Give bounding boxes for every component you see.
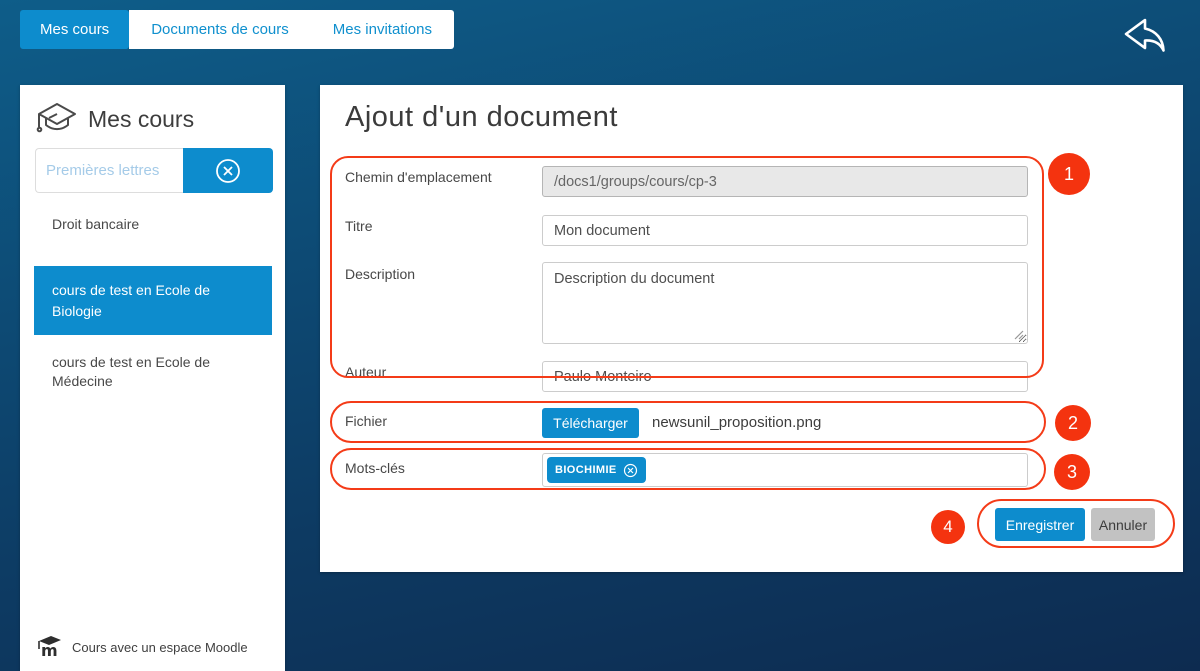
- keywords-label: Mots-clés: [345, 460, 405, 476]
- path-label: Chemin d'emplacement: [345, 169, 492, 185]
- svg-text:m: m: [41, 641, 58, 659]
- app-background: Mes cours Documents de cours Mes invitat…: [0, 0, 1200, 671]
- sidebar-footer: m Cours avec un espace Moodle: [35, 635, 248, 659]
- clear-search-button[interactable]: [183, 148, 273, 193]
- tab-mes-cours[interactable]: Mes cours: [20, 10, 129, 49]
- upload-button[interactable]: Télécharger: [542, 408, 639, 438]
- moodle-logo-icon: m: [35, 635, 65, 659]
- sidebar-title: Mes cours: [88, 106, 194, 133]
- keywords-field[interactable]: BIOCHIMIE: [542, 453, 1028, 487]
- cancel-button[interactable]: Annuler: [1091, 508, 1155, 541]
- tab-documents-de-cours[interactable]: Documents de cours: [129, 10, 311, 49]
- graduation-cap-icon: [36, 101, 78, 137]
- tab-bar-rest: Documents de cours Mes invitations: [129, 10, 454, 49]
- author-label: Auteur: [345, 364, 386, 380]
- page-title: Ajout d'un document: [345, 101, 618, 134]
- tab-mes-invitations[interactable]: Mes invitations: [311, 10, 454, 49]
- course-item-medecine[interactable]: cours de test en Ecole de Médecine: [20, 353, 285, 391]
- course-search-group: [35, 148, 273, 193]
- circle-x-icon: [213, 156, 243, 186]
- sidebar-header: Mes cours: [36, 101, 194, 137]
- course-item-biologie-selected[interactable]: cours de test en Ecole de Biologie: [34, 266, 272, 335]
- file-label: Fichier: [345, 413, 387, 429]
- title-label: Titre: [345, 218, 372, 234]
- description-label: Description: [345, 266, 415, 282]
- sidebar-courses-panel: Mes cours Droit bancaire cours de test e…: [20, 85, 285, 671]
- add-document-panel: Ajout d'un document Chemin d'emplacement…: [320, 85, 1183, 572]
- remove-tag-icon[interactable]: [623, 463, 638, 478]
- save-button[interactable]: Enregistrer: [995, 508, 1085, 541]
- keyword-tag: BIOCHIMIE: [547, 457, 646, 483]
- keyword-tag-label: BIOCHIMIE: [555, 464, 617, 476]
- course-search-input[interactable]: [35, 148, 183, 193]
- title-field[interactable]: [542, 215, 1028, 246]
- uploaded-filename: newsunil_proposition.png: [652, 414, 821, 431]
- course-item-droit-bancaire[interactable]: Droit bancaire: [20, 215, 285, 234]
- top-tab-bar: Mes cours Documents de cours Mes invitat…: [20, 10, 454, 49]
- author-field[interactable]: [542, 361, 1028, 392]
- path-field: [542, 166, 1028, 197]
- sidebar-footer-label: Cours avec un espace Moodle: [72, 640, 248, 655]
- description-field[interactable]: Description du document: [542, 262, 1028, 344]
- back-arrow-icon[interactable]: [1116, 12, 1166, 56]
